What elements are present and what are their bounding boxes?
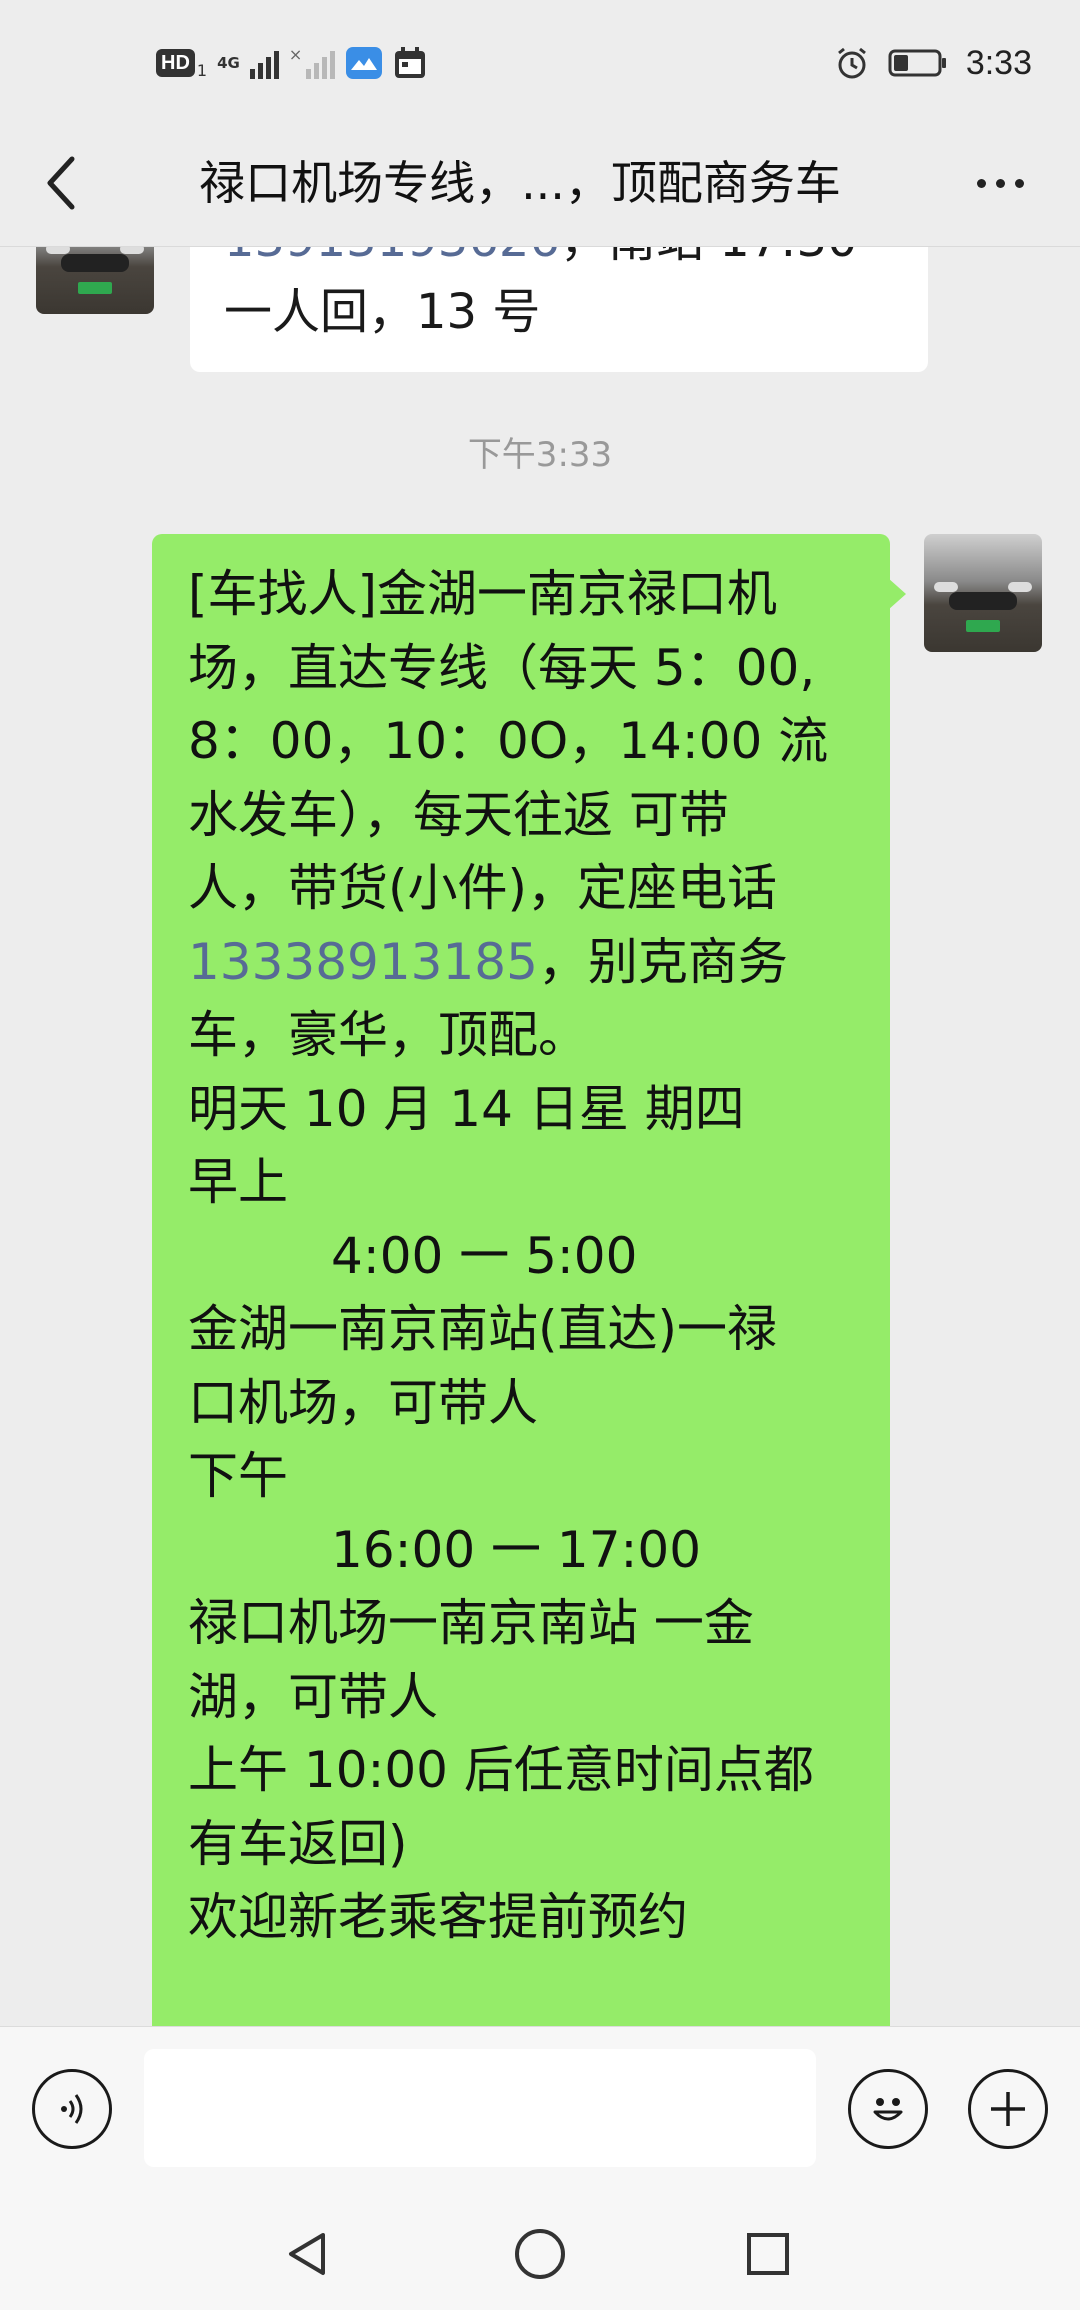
message-line: 8：00，10：0O，14:00 流 [188, 712, 829, 770]
nav-home-button[interactable] [500, 2214, 580, 2294]
no-signal-mark-icon: × [288, 44, 303, 64]
message-line: 人，带货(小件)，定座电话 [188, 859, 778, 917]
own-avatar[interactable] [924, 534, 1042, 652]
nav-recents-icon [747, 2233, 789, 2275]
message-timestamp: 下午3:33 [467, 435, 613, 475]
status-time: 3:33 [965, 43, 1032, 82]
more-icon [976, 178, 986, 188]
phone-link[interactable]: 13913193626 [224, 246, 560, 268]
signal-icon [249, 47, 279, 79]
message-line: 口机场，可带人 [188, 1373, 538, 1432]
signal-secondary-icon [306, 47, 336, 79]
chat-area[interactable]: 13913193626，南站 17:30 一人回，13 号 下午3:33 [车找… [0, 246, 1080, 2026]
nav-back-icon [289, 2233, 325, 2275]
chat-title: 禄口机场专线，...，顶配商务车 [199, 156, 841, 210]
plus-button[interactable] [968, 2069, 1048, 2149]
emoji-icon [873, 2098, 903, 2121]
alarm-icon [837, 47, 866, 79]
message-line: 16:00 一 17:00 [188, 1520, 702, 1579]
plus-icon [991, 2092, 1025, 2126]
voice-button[interactable] [32, 2069, 112, 2149]
voice-icon [61, 2094, 83, 2124]
input-bar [0, 2026, 1080, 2193]
more-button[interactable] [960, 148, 1040, 218]
status-indicators: HD 1 4G × [156, 38, 427, 88]
back-button[interactable] [30, 148, 90, 218]
nav-recents-button[interactable] [728, 2214, 808, 2294]
message-line: 下午 [188, 1447, 288, 1505]
message-text: [车找人]金湖一南京禄口机 场，直达专线（每天 5：00, 8：00，10：0O，1… [188, 558, 864, 1955]
status-bar: HD 1 4G × 3:33 [0, 0, 1080, 120]
chat-header: 禄口机场专线，...，顶配商务车 [0, 120, 1080, 247]
hd-badge: HD [156, 49, 195, 77]
sender-avatar[interactable] [36, 246, 154, 314]
message-line: 湖，可带人 [188, 1667, 438, 1726]
message-line: 上午 10:00 后任意时间点都 [188, 1741, 814, 1799]
message-line: 水发车），每天往返 可带 [188, 785, 729, 844]
own-message-bubble[interactable]: [车找人]金湖一南京禄口机 场，直达专线（每天 5：00, 8：00，10：0O，1… [152, 534, 906, 2026]
message-line: 欢迎新老乘客提前预约 [188, 1888, 688, 1946]
system-nav-bar [0, 2192, 1080, 2310]
message-text-segment: ，别克商务 [537, 932, 788, 991]
phone-link[interactable]: 13338913185 [188, 933, 538, 991]
message-line: 明天 10 月 14 日星 期四 [188, 1079, 745, 1138]
network-type: 4G [217, 54, 240, 72]
previous-message-line2: 一人回，13 号 [224, 284, 541, 340]
nav-back-button[interactable] [268, 2214, 348, 2294]
emoji-button[interactable] [848, 2069, 928, 2149]
battery-icon [888, 49, 946, 77]
back-arrow-icon [47, 156, 75, 210]
message-line: 早上 [188, 1153, 288, 1211]
message-line: 4:00 一 5:00 [188, 1226, 638, 1285]
app-notification-icon [346, 47, 383, 79]
previous-message-text: ，南站 17:30 [560, 246, 858, 268]
message-line: 金湖一南京南站(直达)一禄 [188, 1300, 778, 1358]
message-line: 有车返回) [188, 1814, 408, 1873]
message-line: 禄口机场一南京南站 一金 [188, 1594, 754, 1652]
nav-home-icon [515, 2229, 565, 2279]
message-line: 13338913185，别克商务 [188, 926, 864, 1000]
calendar-icon [395, 47, 426, 78]
previous-message-line1: 13913193626，南站 17:30 [224, 246, 858, 276]
message-line: [车找人]金湖一南京禄口机 [188, 565, 778, 623]
status-right: 3:33 [834, 38, 1032, 88]
message-input[interactable] [144, 2049, 816, 2167]
message-line: 场，直达专线（每天 5：00, [188, 638, 816, 697]
message-line: 车，豪华，顶配。 [188, 1006, 588, 1064]
previous-message-bubble[interactable]: 13913193626，南站 17:30 一人回，13 号 [190, 246, 928, 372]
hd-sub-label: 1 [196, 60, 208, 80]
